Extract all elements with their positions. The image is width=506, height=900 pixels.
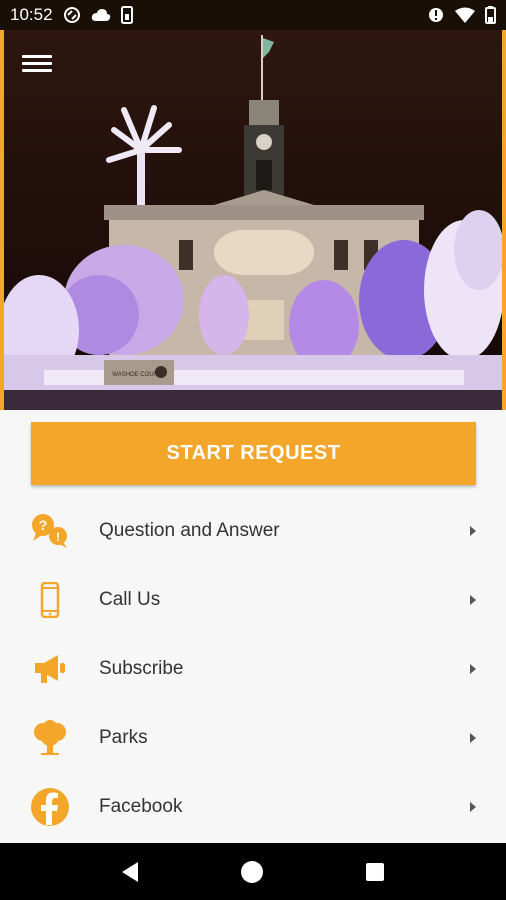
- chevron-right-icon: [470, 801, 476, 812]
- status-time: 10:52: [10, 5, 53, 24]
- menu-item-parks[interactable]: Parks: [0, 703, 506, 772]
- svg-text:!: !: [56, 530, 60, 544]
- menu-item-label: Parks: [99, 726, 148, 748]
- menu-item-question-and-answer[interactable]: ? ! Question and Answer: [0, 496, 506, 565]
- hero-image: WASHOE COUNTY: [0, 30, 506, 410]
- recent-apps-icon[interactable]: [366, 862, 385, 881]
- cloud-icon: [91, 9, 110, 21]
- home-icon[interactable]: [240, 860, 263, 883]
- facebook-icon: [28, 785, 72, 829]
- data-saver-icon: [429, 8, 443, 22]
- question-answer-icon: ? !: [28, 509, 72, 553]
- navigation-bar: [0, 843, 506, 900]
- menu-item-label: Facebook: [99, 795, 183, 817]
- start-request-button[interactable]: START REQUEST: [31, 422, 476, 485]
- back-icon[interactable]: [121, 861, 138, 882]
- menu-item-facebook[interactable]: Facebook: [0, 772, 506, 841]
- megaphone-icon: [28, 647, 72, 691]
- tree-icon: [28, 716, 72, 760]
- menu-item-label: Call Us: [99, 588, 161, 610]
- sync-icon: [63, 7, 80, 23]
- chevron-right-icon: [470, 732, 476, 743]
- battery-icon: [485, 6, 496, 24]
- menu-list: ? ! Question and Answer Call Us Subscrib…: [0, 496, 506, 841]
- wifi-icon: [455, 7, 475, 23]
- courthouse-illustration: WASHOE COUNTY: [4, 30, 502, 410]
- sim-card-icon: [120, 6, 133, 24]
- menu-item-subscribe[interactable]: Subscribe: [0, 634, 506, 703]
- chevron-right-icon: [470, 663, 476, 674]
- menu-item-label: Subscribe: [99, 657, 184, 679]
- hamburger-menu-icon[interactable]: [22, 52, 52, 76]
- status-bar: 10:52: [0, 0, 506, 30]
- phone-icon: [28, 578, 72, 622]
- menu-item-label: Question and Answer: [99, 519, 280, 541]
- chevron-right-icon: [470, 525, 476, 536]
- menu-item-call-us[interactable]: Call Us: [0, 565, 506, 634]
- chevron-right-icon: [470, 594, 476, 605]
- svg-text:?: ?: [39, 517, 48, 533]
